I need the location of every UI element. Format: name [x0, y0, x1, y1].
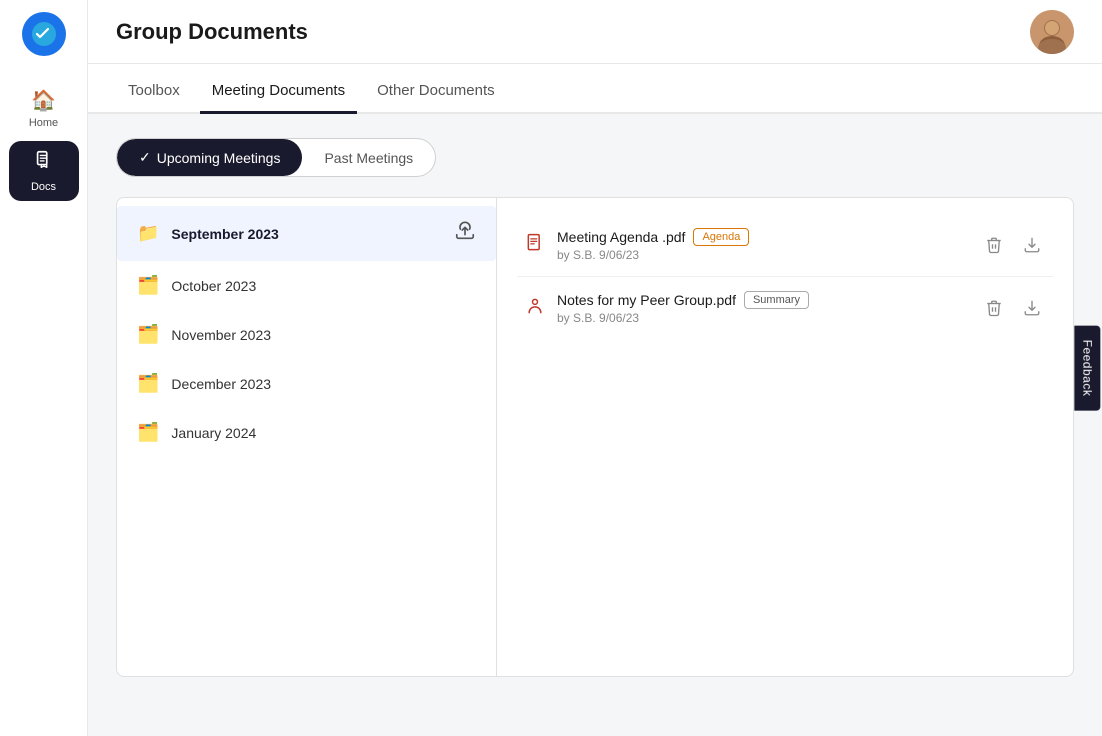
notes-doc-icon — [525, 296, 545, 321]
main-content: Group Documents Toolbox Meeting Document… — [88, 0, 1102, 736]
file-info: Meeting Agenda .pdf Agenda by S.B. 9/06/… — [557, 228, 969, 262]
sidebar-item-home-label: Home — [29, 117, 58, 129]
top-tabs: Toolbox Meeting Documents Other Document… — [88, 64, 1102, 114]
checkmark-icon: ✓ — [139, 149, 151, 166]
file-badge-agenda: Agenda — [693, 228, 749, 246]
tab-toolbox[interactable]: Toolbox — [116, 66, 192, 114]
file-name: Notes for my Peer Group.pdf — [557, 292, 736, 308]
folder-name: November 2023 — [171, 327, 271, 343]
upcoming-meetings-button[interactable]: ✓ Upcoming Meetings — [117, 139, 302, 176]
sidebar-item-home[interactable]: 🏠 Home — [9, 80, 79, 137]
folder-name: January 2024 — [171, 425, 256, 441]
file-actions — [981, 295, 1045, 321]
file-name-row: Meeting Agenda .pdf Agenda — [557, 228, 969, 246]
delete-file-button[interactable] — [981, 232, 1007, 258]
file-name: Meeting Agenda .pdf — [557, 229, 685, 245]
meeting-toggle-group: ✓ Upcoming Meetings Past Meetings — [116, 138, 436, 177]
file-badge-summary: Summary — [744, 291, 809, 309]
folder-panel: 📁 September 2023 🗂️ October 2023 — [117, 198, 497, 676]
folder-outline-icon: 🗂️ — [137, 324, 159, 345]
download-file-button[interactable] — [1019, 232, 1045, 258]
file-panel: Meeting Agenda .pdf Agenda by S.B. 9/06/… — [497, 198, 1073, 676]
header: Group Documents — [88, 0, 1102, 64]
home-icon: 🏠 — [31, 88, 56, 113]
file-name-row: Notes for my Peer Group.pdf Summary — [557, 291, 969, 309]
upload-button[interactable] — [454, 220, 476, 247]
sidebar-item-docs-label: Docs — [31, 181, 56, 193]
agenda-doc-icon — [525, 233, 545, 258]
folder-name: September 2023 — [171, 226, 278, 242]
content-area: Toolbox Meeting Documents Other Document… — [88, 64, 1102, 736]
folder-item-sep-2023[interactable]: 📁 September 2023 — [117, 206, 496, 261]
tab-other-documents[interactable]: Other Documents — [365, 66, 507, 114]
folder-name: December 2023 — [171, 376, 271, 392]
folder-outline-icon: 🗂️ — [137, 422, 159, 443]
sidebar-item-docs[interactable]: Docs — [9, 141, 79, 201]
user-avatar[interactable] — [1030, 10, 1074, 54]
folder-outline-icon: 🗂️ — [137, 275, 159, 296]
sub-tabs: ✓ Upcoming Meetings Past Meetings — [116, 138, 1074, 177]
folder-item-oct-2023[interactable]: 🗂️ October 2023 — [117, 261, 496, 310]
file-actions — [981, 232, 1045, 258]
folder-item-dec-2023[interactable]: 🗂️ December 2023 — [117, 359, 496, 408]
folder-outline-icon: 🗂️ — [137, 373, 159, 394]
file-meta: by S.B. 9/06/23 — [557, 248, 969, 262]
past-meetings-button[interactable]: Past Meetings — [302, 139, 435, 176]
folder-name: October 2023 — [171, 278, 256, 294]
file-item-meeting-agenda: Meeting Agenda .pdf Agenda by S.B. 9/06/… — [517, 214, 1053, 277]
delete-file-button[interactable] — [981, 295, 1007, 321]
tab-meeting-documents[interactable]: Meeting Documents — [200, 66, 357, 114]
docs-icon — [33, 149, 55, 177]
file-info: Notes for my Peer Group.pdf Summary by S… — [557, 291, 969, 325]
download-file-button[interactable] — [1019, 295, 1045, 321]
file-item-notes: Notes for my Peer Group.pdf Summary by S… — [517, 277, 1053, 339]
folder-filled-icon: 📁 — [137, 223, 159, 244]
app-logo[interactable] — [22, 12, 66, 56]
folder-item-nov-2023[interactable]: 🗂️ November 2023 — [117, 310, 496, 359]
folder-item-jan-2024[interactable]: 🗂️ January 2024 — [117, 408, 496, 457]
file-meta: by S.B. 9/06/23 — [557, 311, 969, 325]
page-title: Group Documents — [116, 19, 308, 45]
document-panels: 📁 September 2023 🗂️ October 2023 — [116, 197, 1074, 677]
feedback-tab[interactable]: Feedback — [1075, 326, 1101, 411]
sidebar: 🏠 Home Docs — [0, 0, 88, 736]
